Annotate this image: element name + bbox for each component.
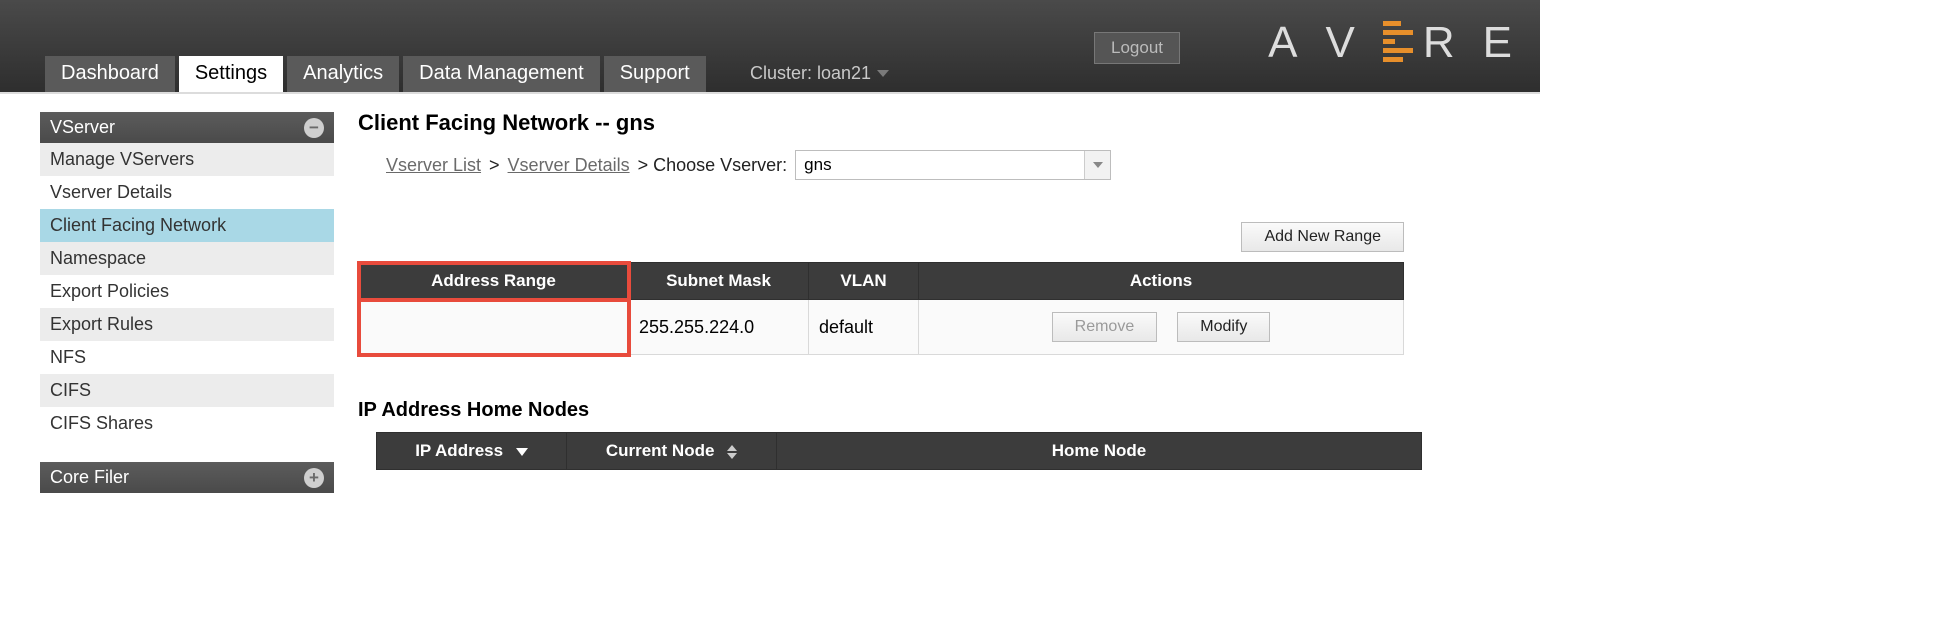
plus-icon: + [304,468,324,488]
breadcrumb: Vserver List > Vserver Details > Choose … [386,150,1404,180]
tab-settings[interactable]: Settings [179,56,283,92]
brand-letter: A [1268,18,1315,68]
col-label: Home Node [1052,441,1146,460]
address-range-table: Address Range Subnet Mask VLAN Actions 2… [358,262,1404,355]
tab-analytics[interactable]: Analytics [287,56,399,92]
sort-desc-icon [516,448,528,456]
chevron-down-icon [877,70,889,77]
col-subnet-mask: Subnet Mask [629,263,809,300]
sidebar-group-vserver[interactable]: VServer − [40,112,334,143]
brand-bars-icon [1383,21,1413,62]
breadcrumb-sep: > [489,155,500,176]
sidebar: VServer − Manage VServers Vserver Detail… [40,112,334,493]
cell-subnet-mask: 255.255.224.0 [629,300,809,355]
content: Client Facing Network -- gns Vserver Lis… [334,92,1434,493]
sidebar-item-client-facing-network[interactable]: Client Facing Network [40,209,334,242]
brand-logo: A V R E [1268,18,1530,68]
col-current-node[interactable]: Current Node [567,433,777,470]
cluster-dropdown[interactable]: Cluster: loan21 [750,63,889,84]
cell-actions: Remove Modify [919,300,1404,355]
tab-data-management[interactable]: Data Management [403,56,600,92]
breadcrumb-vserver-list[interactable]: Vserver List [386,155,481,176]
brand-letter: V [1326,18,1373,68]
vserver-select-wrap [795,150,1111,180]
sidebar-item-export-policies[interactable]: Export Policies [40,275,334,308]
remove-button[interactable]: Remove [1052,312,1158,342]
modify-button[interactable]: Modify [1177,312,1270,342]
col-home-node[interactable]: Home Node [777,433,1422,470]
brand-letter: E [1483,18,1530,68]
page-title: Client Facing Network -- gns [358,110,1404,136]
sidebar-item-nfs[interactable]: NFS [40,341,334,374]
sidebar-item-manage-vservers[interactable]: Manage VServers [40,143,334,176]
minus-icon: − [304,118,324,138]
tab-support[interactable]: Support [604,56,706,92]
sidebar-item-namespace[interactable]: Namespace [40,242,334,275]
col-label: IP Address [415,441,503,460]
col-vlan: VLAN [809,263,919,300]
sidebar-item-vserver-details[interactable]: Vserver Details [40,176,334,209]
cluster-label-text: Cluster: loan21 [750,63,871,84]
section-ip-home-nodes-title: IP Address Home Nodes [358,399,1404,422]
col-actions: Actions [919,263,1404,300]
sidebar-item-cifs[interactable]: CIFS [40,374,334,407]
chevron-down-icon[interactable] [1084,151,1110,179]
ip-home-nodes-table: IP Address Current Node Home Node [376,432,1422,470]
logout-button[interactable]: Logout [1094,32,1180,64]
nav-tabs: Dashboard Settings Analytics Data Manage… [45,56,706,92]
sidebar-group-label: Core Filer [50,467,129,488]
topbar: Dashboard Settings Analytics Data Manage… [0,0,1540,92]
col-label: Current Node [606,441,715,460]
vserver-select[interactable] [795,150,1111,180]
col-ip-address[interactable]: IP Address [377,433,567,470]
brand-letter: R [1423,18,1473,68]
table-row: 255.255.224.0 default Remove Modify [359,300,1404,355]
add-new-range-button[interactable]: Add New Range [1241,222,1404,252]
cell-vlan: default [809,300,919,355]
breadcrumb-tail: > Choose Vserver: [638,155,788,176]
col-address-range: Address Range [359,263,629,300]
sort-icon [727,445,737,459]
breadcrumb-vserver-details[interactable]: Vserver Details [508,155,630,176]
sidebar-group-label: VServer [50,117,115,138]
sidebar-group-core-filer[interactable]: Core Filer + [40,462,334,493]
tab-dashboard[interactable]: Dashboard [45,56,175,92]
cell-address-range [359,300,629,355]
sidebar-item-export-rules[interactable]: Export Rules [40,308,334,341]
sidebar-item-cifs-shares[interactable]: CIFS Shares [40,407,334,440]
